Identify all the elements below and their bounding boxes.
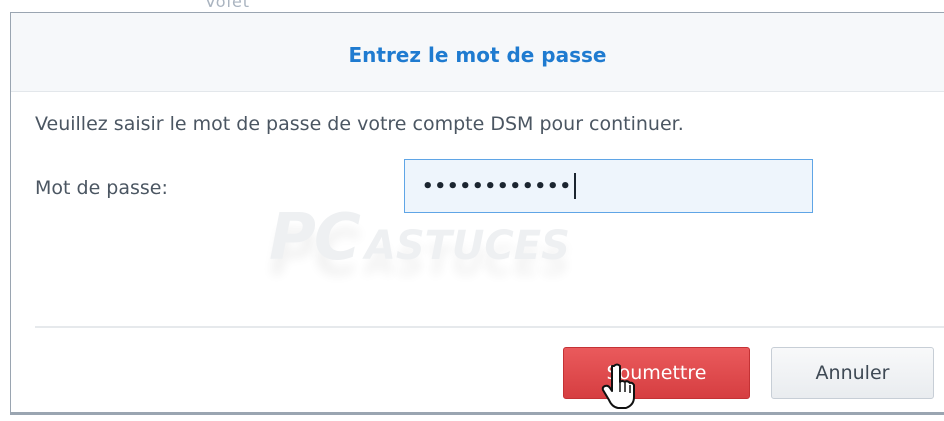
watermark-text-pc: PC — [269, 201, 361, 275]
background-window-strip: Volet — [0, 0, 944, 12]
password-input[interactable]: •••••••••••• — [404, 159, 813, 213]
footer-divider — [35, 326, 944, 328]
dialog-header: Entrez le mot de passe — [11, 13, 944, 92]
password-value: •••••••••••• — [422, 175, 573, 197]
dialog-title: Entrez le mot de passe — [348, 43, 607, 67]
watermark-text-astuces: ASTUCES — [364, 223, 570, 269]
submit-button[interactable]: Soumettre — [563, 347, 750, 399]
cancel-button[interactable]: Annuler — [771, 347, 934, 399]
background-window-text: Volet — [205, 0, 251, 11]
dialog-message: Veuillez saisir le mot de passe de votre… — [35, 113, 684, 135]
password-label: Mot de passe: — [35, 177, 168, 199]
text-caret — [574, 173, 577, 199]
window-bottom-border — [10, 412, 944, 415]
cancel-button-label: Annuler — [815, 362, 890, 384]
password-dialog: Entrez le mot de passe Veuillez saisir l… — [10, 12, 944, 414]
hand-pointer-icon — [601, 363, 635, 409]
